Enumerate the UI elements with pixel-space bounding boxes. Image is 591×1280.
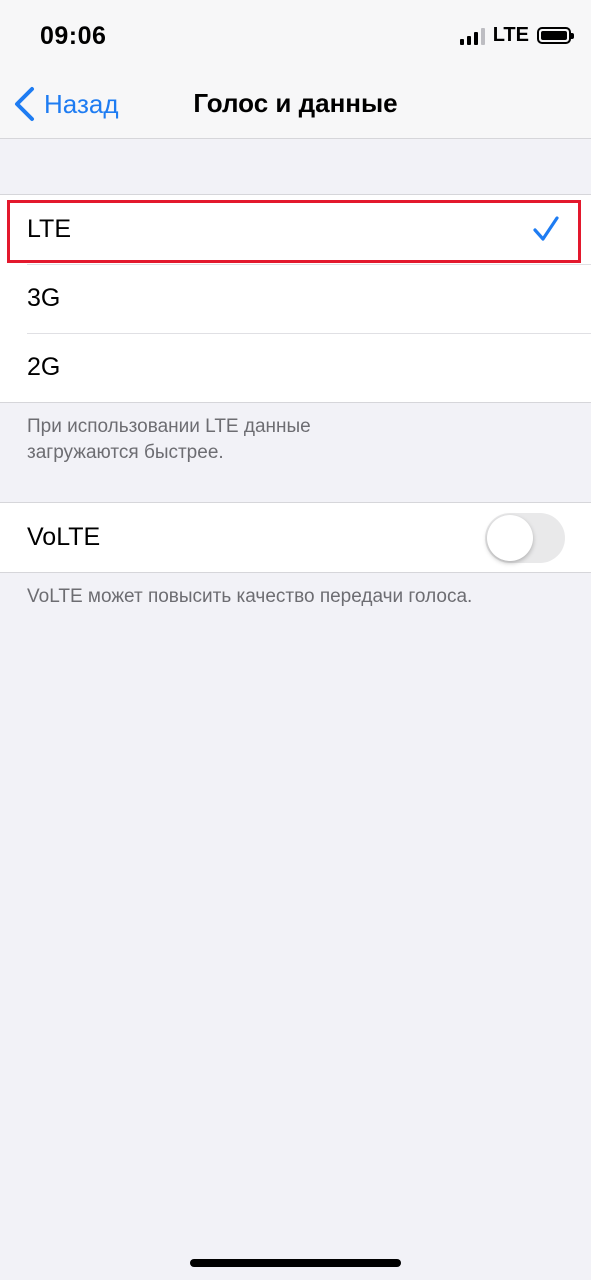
option-label: LTE xyxy=(27,215,71,243)
network-footnote: При использовании LTE данные загружаются… xyxy=(27,416,311,463)
top-bar: 09:06 LTE Назад Голос и данные xyxy=(0,0,591,139)
option-label: 2G xyxy=(27,353,61,381)
option-label: 3G xyxy=(27,284,61,312)
cellular-signal-icon xyxy=(459,27,485,45)
status-indicators: LTE xyxy=(459,24,574,47)
volte-row: VoLTE xyxy=(0,503,591,572)
option-lte[interactable]: LTE xyxy=(0,195,591,264)
toggle-knob xyxy=(487,515,533,561)
option-3g[interactable]: 3G xyxy=(0,264,591,333)
network-type-label: LTE xyxy=(492,24,529,46)
checkmark-icon xyxy=(533,216,559,241)
battery-icon xyxy=(537,27,574,44)
volte-toggle[interactable] xyxy=(485,513,565,563)
option-2g[interactable]: 2G xyxy=(0,333,591,402)
screen: 09:06 LTE Назад Голос и данные LTE 3G 2G… xyxy=(0,0,591,1280)
home-indicator[interactable] xyxy=(190,1259,401,1267)
volte-label: VoLTE xyxy=(27,523,101,551)
volte-group: VoLTE xyxy=(0,502,591,573)
page-title: Голос и данные xyxy=(193,88,398,118)
volte-footnote: VoLTE может повысить качество передачи г… xyxy=(27,586,473,607)
status-time: 09:06 xyxy=(40,22,107,50)
network-options-list: LTE 3G 2G xyxy=(0,194,591,403)
